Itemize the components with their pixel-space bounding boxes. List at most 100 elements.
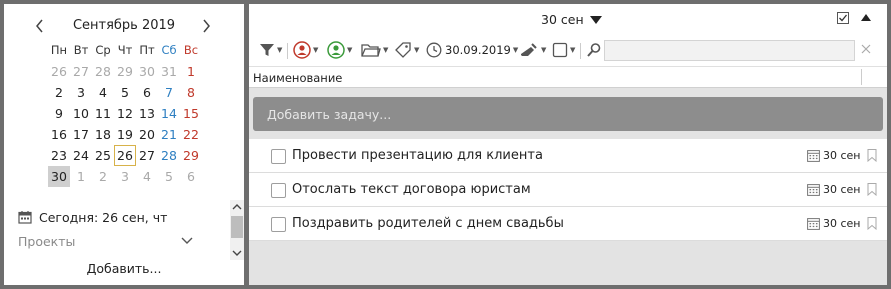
calendar-day[interactable]: 27 [136,145,158,166]
calendar-day[interactable]: 2 [92,166,114,187]
calendar-day[interactable]: 6 [136,82,158,103]
search-button[interactable] [587,40,601,60]
calendar-day[interactable]: 2 [48,82,70,103]
calendar-day[interactable]: 19 [114,124,136,145]
calendar-day-selected[interactable]: 30 [48,166,70,187]
add-project-button[interactable]: Добавить... [4,261,244,276]
calendar-day[interactable]: 16 [48,124,70,145]
column-header-name[interactable]: Наименование [253,71,342,85]
calendar-week-row: 9 10 11 12 13 14 15 [48,103,202,124]
column-divider[interactable] [861,69,862,85]
calendar-day[interactable]: 20 [136,124,158,145]
date-filter-button[interactable]: 30.09.2019 ▼ [426,40,518,60]
task-due-date[interactable]: 30 сен [823,149,861,162]
calendar-day[interactable]: 22 [180,124,202,145]
calendar-day[interactable]: 26 [48,61,70,82]
projects-section-label[interactable]: Проекты [18,234,75,249]
scroll-down-icon[interactable] [230,246,244,260]
calendar-day[interactable]: 1 [180,61,202,82]
calendar-day[interactable]: 5 [114,82,136,103]
calendar-day[interactable]: 28 [92,61,114,82]
task-row[interactable]: Поздравить родителей с днем свадьбы 30 с… [249,207,887,241]
dropdown-arrow-icon: ▼ [313,46,319,54]
scrollbar-thumb[interactable] [231,216,243,238]
calendar-day[interactable]: 3 [114,166,136,187]
calendar-day[interactable]: 4 [92,82,114,103]
folder-icon [361,44,381,57]
add-task-placeholder: Добавить задачу... [267,107,392,122]
chevron-down-icon[interactable] [180,234,194,248]
search-input[interactable] [604,40,855,61]
dropdown-arrow-icon: ▼ [383,46,389,54]
tag-filter-button[interactable]: ▼ [394,40,419,60]
filter-button[interactable]: ▼ [259,40,282,60]
task-checkbox[interactable] [271,217,286,232]
checkbox-icon[interactable] [837,12,849,24]
calendar-day[interactable]: 15 [180,103,202,124]
calendar-day[interactable]: 18 [92,124,114,145]
add-task-input[interactable]: Добавить задачу... [253,97,883,131]
calendar-day-today[interactable]: 26 [114,145,136,166]
calendar-day[interactable]: 11 [92,103,114,124]
caret-down-icon [589,15,602,24]
person-red-icon [293,41,311,59]
task-checkbox[interactable] [271,183,286,198]
calendar-day[interactable]: 10 [70,103,92,124]
calendar-day[interactable]: 29 [180,145,202,166]
calendar-day[interactable]: 17 [70,124,92,145]
calendar-day[interactable]: 3 [70,82,92,103]
caret-up-icon[interactable] [861,14,871,21]
task-title[interactable]: Поздравить родителей с днем свадьбы [292,216,564,231]
broom-icon [521,43,537,56]
calendar-day[interactable]: 14 [158,103,180,124]
folder-filter-button[interactable]: ▼ [361,40,388,60]
weekday-label: Вс [183,43,199,57]
calendar-day[interactable]: 24 [70,145,92,166]
calendar-day[interactable]: 7 [158,82,180,103]
calendar-day[interactable]: 1 [70,166,92,187]
calendar-day[interactable]: 31 [158,61,180,82]
scroll-up-icon[interactable] [230,200,244,214]
calendar-day[interactable]: 6 [180,166,202,187]
calendar-day[interactable]: 28 [158,145,180,166]
calendar-day[interactable]: 25 [92,145,114,166]
filter-icon [260,44,274,56]
square-icon [552,42,568,58]
calendar-day[interactable]: 12 [114,103,136,124]
calendar-day[interactable]: 13 [136,103,158,124]
calendar-day[interactable]: 4 [136,166,158,187]
calendar-day[interactable]: 29 [114,61,136,82]
calendar-week-row: 23 24 25 26 27 28 29 [48,145,202,166]
calendar-day[interactable]: 9 [48,103,70,124]
date-selector[interactable]: 30 сен [541,12,602,27]
task-row[interactable]: Провести презентацию для клиента 30 сен [249,139,887,173]
chevron-right-icon[interactable] [197,16,215,36]
dropdown-arrow-icon: ▼ [277,46,283,54]
dropdown-arrow-icon: ▼ [414,46,420,54]
close-icon[interactable] [861,44,871,54]
left-scrollbar[interactable] [230,200,244,260]
dropdown-arrow-icon: ▼ [347,46,353,54]
calendar-day[interactable]: 23 [48,145,70,166]
calendar-day[interactable]: 27 [70,61,92,82]
clean-button[interactable]: ▼ [519,40,546,60]
calendar-day[interactable]: 5 [158,166,180,187]
task-due-date[interactable]: 30 сен [823,217,861,230]
today-link[interactable]: Сегодня: 26 сен, чт [18,207,167,227]
column-header-row: Наименование [249,66,887,88]
task-row[interactable]: Отослать текст договора юристам 30 сен [249,173,887,207]
bookmark-icon[interactable] [867,217,877,230]
calendar-day[interactable]: 21 [158,124,180,145]
task-due-date[interactable]: 30 сен [823,183,861,196]
assignee-filter-button[interactable]: ▼ [293,40,318,60]
view-mode-button[interactable]: ▼ [552,40,575,60]
task-checkbox[interactable] [271,149,286,164]
calendar-day[interactable]: 8 [180,82,202,103]
bookmark-icon[interactable] [867,149,877,162]
task-title[interactable]: Отослать текст договора юристам [292,182,531,197]
calendar-day[interactable]: 30 [136,61,158,82]
owner-filter-button[interactable]: ▼ [327,40,352,60]
task-title[interactable]: Провести презентацию для клиента [292,148,543,163]
bookmark-icon[interactable] [867,183,877,196]
weekday-label: Ср [95,43,111,57]
